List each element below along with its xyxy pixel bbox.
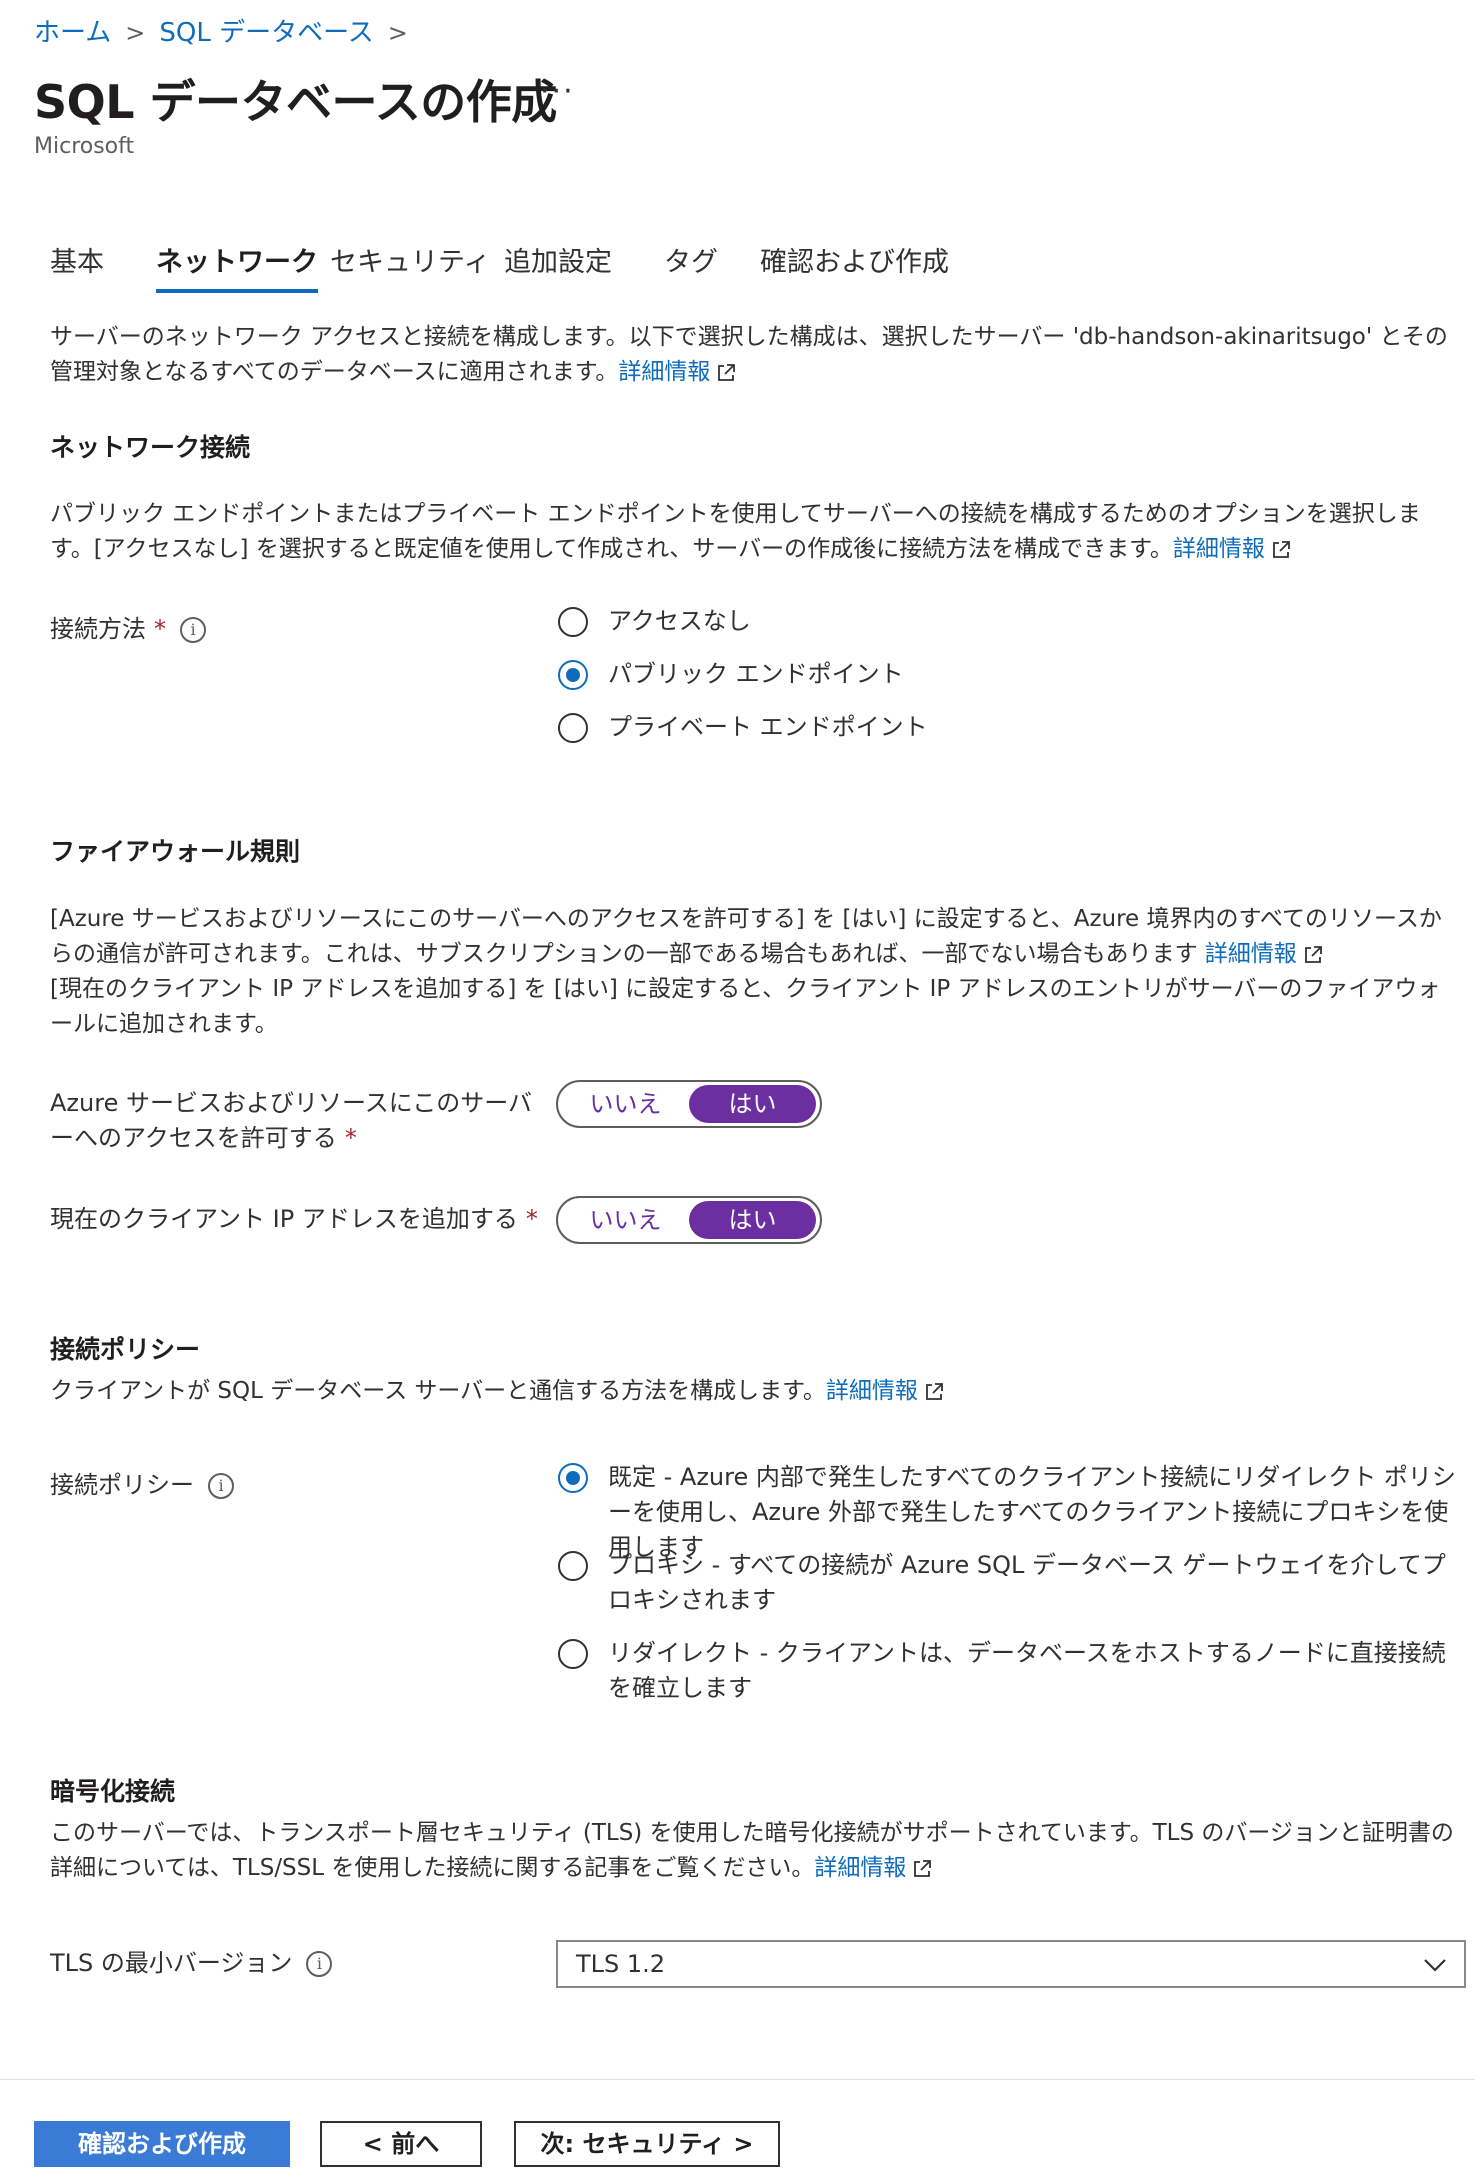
radio-label: アクセスなし <box>608 607 751 635</box>
info-icon[interactable]: i <box>306 1951 333 1977</box>
tab-basics[interactable]: 基本 <box>50 240 104 279</box>
connectivity-method-label: 接続方法 * i <box>50 612 206 647</box>
footer-divider <box>0 2079 1475 2080</box>
policy-text: クライアントが SQL データベース サーバーと通信する方法を構成します。 <box>50 1378 826 1404</box>
toggle-yes-option[interactable]: はい <box>689 1201 816 1239</box>
tab-additional-settings[interactable]: 追加設定 <box>504 240 612 279</box>
info-icon[interactable]: i <box>208 1473 234 1499</box>
tls-version-label: TLS の最小バージョン i <box>50 1946 333 1981</box>
external-link-icon <box>925 1382 943 1400</box>
encryption-learn-more-link[interactable]: 詳細情報 <box>814 1855 906 1881</box>
firewall-description: [Azure サービスおよびリソースにこのサーバーへのアクセスを許可する] を … <box>50 902 1460 1042</box>
intro-description: サーバーのネットワーク アクセスと接続を構成します。以下で選択した構成は、選択し… <box>50 320 1460 390</box>
page-title: SQL データベースの作成 <box>34 75 557 129</box>
breadcrumb: ホーム > SQL データベース > <box>34 12 422 49</box>
tls-version-dropdown[interactable]: TLS 1.2 <box>556 1940 1466 1988</box>
radio-button[interactable] <box>558 607 588 637</box>
intro-learn-more-link[interactable]: 詳細情報 <box>618 359 710 385</box>
connection-policy-text: 接続ポリシー <box>50 1471 194 1499</box>
connectivity-method-text: 接続方法 <box>50 615 146 643</box>
policy-description: クライアントが SQL データベース サーバーと通信する方法を構成します。詳細情… <box>50 1374 1460 1409</box>
connection-policy-label: 接続ポリシー i <box>50 1468 234 1503</box>
allow-azure-services-label: Azure サービスおよびリソースにこのサーバーへのアクセスを許可する * <box>50 1086 540 1156</box>
radio-button[interactable] <box>558 1551 588 1581</box>
connection-policy-heading: 接続ポリシー <box>50 1335 201 1364</box>
previous-button[interactable]: < 前へ <box>320 2121 482 2167</box>
radio-label: リダイレクト - クライアントは、データベースをホストするノードに直接接続を確立… <box>608 1639 1446 1702</box>
breadcrumb-sql-database-link[interactable]: SQL データベース <box>159 18 373 48</box>
radio-label: プライベート エンドポイント <box>608 713 928 741</box>
network-description: パブリック エンドポイントまたはプライベート エンドポイントを使用してサーバーへ… <box>50 497 1460 567</box>
toggle-yes-option[interactable]: はい <box>689 1085 816 1123</box>
toggle-no-option[interactable]: いいえ <box>562 1085 689 1123</box>
firewall-text-2: [現在のクライアント IP アドレスを追加する] を [はい] に設定すると、ク… <box>50 976 1441 1037</box>
external-link-icon <box>914 1859 932 1877</box>
breadcrumb-home-link[interactable]: ホーム <box>34 18 111 48</box>
add-client-ip-toggle[interactable]: いいえ はい <box>556 1196 822 1244</box>
tab-networking[interactable]: ネットワーク <box>156 240 318 293</box>
tls-version-text: TLS の最小バージョン <box>50 1949 293 1977</box>
radio-button[interactable] <box>558 660 588 690</box>
firewall-learn-more-link[interactable]: 詳細情報 <box>1205 941 1297 967</box>
info-icon[interactable]: i <box>180 617 206 643</box>
tab-tags[interactable]: タグ <box>664 240 718 279</box>
radio-no-access[interactable]: アクセスなし <box>558 604 751 639</box>
intro-text: サーバーのネットワーク アクセスと接続を構成します。以下で選択した構成は、選択し… <box>50 324 1448 385</box>
radio-button[interactable] <box>558 1463 588 1493</box>
radio-label: プロキシ - すべての接続が Azure SQL データベース ゲートウェイを介… <box>608 1551 1446 1614</box>
network-learn-more-link[interactable]: 詳細情報 <box>1173 536 1265 562</box>
external-link-icon <box>1304 945 1322 963</box>
required-marker: * <box>154 615 166 643</box>
radio-private-endpoint[interactable]: プライベート エンドポイント <box>558 710 928 745</box>
firewall-rules-heading: ファイアウォール規則 <box>50 837 301 866</box>
page-subtitle: Microsoft <box>34 134 135 159</box>
breadcrumb-separator: > <box>387 19 408 47</box>
breadcrumb-separator: > <box>125 19 146 47</box>
allow-azure-services-toggle[interactable]: いいえ はい <box>556 1080 822 1128</box>
radio-button[interactable] <box>558 1639 588 1669</box>
radio-label: パブリック エンドポイント <box>608 660 904 688</box>
tab-security[interactable]: セキュリティ <box>330 240 490 279</box>
radio-policy-proxy[interactable]: プロキシ - すべての接続が Azure SQL データベース ゲートウェイを介… <box>558 1548 1464 1618</box>
tab-review-create[interactable]: 確認および作成 <box>760 240 949 279</box>
policy-learn-more-link[interactable]: 詳細情報 <box>826 1378 918 1404</box>
next-security-button[interactable]: 次: セキュリティ > <box>514 2121 780 2167</box>
encrypted-connections-heading: 暗号化接続 <box>50 1777 176 1806</box>
required-marker: * <box>344 1124 357 1152</box>
more-options-icon[interactable]: ··· <box>540 74 575 109</box>
encryption-description: このサーバーでは、トランスポート層セキュリティ (TLS) を使用した暗号化接続… <box>50 1816 1460 1886</box>
radio-policy-redirect[interactable]: リダイレクト - クライアントは、データベースをホストするノードに直接接続を確立… <box>558 1636 1464 1706</box>
network-connectivity-heading: ネットワーク接続 <box>50 433 251 462</box>
add-client-ip-text: 現在のクライアント IP アドレスを追加する <box>50 1205 518 1233</box>
external-link-icon <box>718 363 736 381</box>
chevron-down-icon <box>1424 1959 1446 1972</box>
encryption-text: このサーバーでは、トランスポート層セキュリティ (TLS) を使用した暗号化接続… <box>50 1820 1454 1881</box>
review-create-button[interactable]: 確認および作成 <box>34 2121 290 2167</box>
toggle-no-option[interactable]: いいえ <box>562 1201 689 1239</box>
radio-button[interactable] <box>558 713 588 743</box>
external-link-icon <box>1272 540 1290 558</box>
radio-public-endpoint[interactable]: パブリック エンドポイント <box>558 657 904 692</box>
required-marker: * <box>525 1205 538 1233</box>
add-client-ip-label: 現在のクライアント IP アドレスを追加する * <box>50 1202 538 1237</box>
allow-azure-services-text: Azure サービスおよびリソースにこのサーバーへのアクセスを許可する <box>50 1089 533 1152</box>
tls-version-value: TLS 1.2 <box>576 1950 666 1978</box>
